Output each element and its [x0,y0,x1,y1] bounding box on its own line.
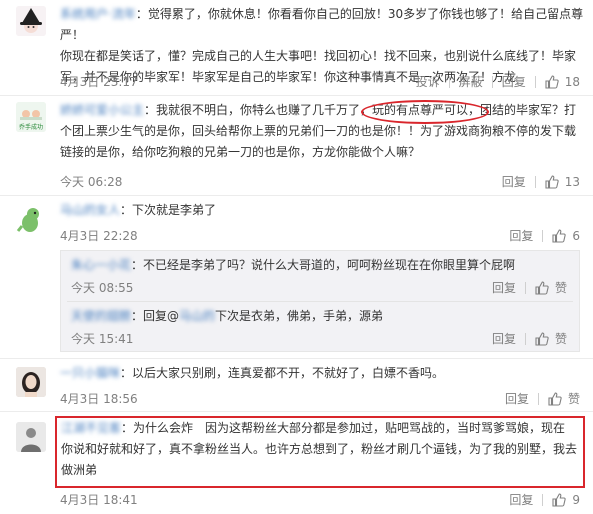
comment-username[interactable]: 系统用户·流年 [60,7,136,21]
comment-text-line: 我就很不明白，你特么也赚了几千万了，玩的有点尊严可以，团结的毕家军？打 [156,103,577,117]
like-count: 13 [564,174,580,189]
witch-hat-avatar-icon [16,6,46,36]
reply-time: 今天 08:55 [71,281,134,295]
comment-username[interactable]: 一只小猫咪 [60,366,120,380]
comment-item: 江湖不见客：为什么会炸 因为这帮粉丝大部分都是参加过，贴吧骂战的，当时骂爹骂娘，… [0,412,593,514]
comment-actions: 回复 9 [509,491,580,508]
comment-text-line: 你现在都是笑话了，懂？完成自己的人生大事吧！找回初心！找不回来，也别说什么底线了… [60,49,577,63]
reply-text: 下次是衣弟，佛弟，手弟，源弟 [215,309,384,323]
mention-link[interactable]: 马山的 [179,309,215,323]
comment-text-line: 你说和好就和好了，真不拿粉丝当人。也许方总想到了，粉丝才刷几个逼钱，为了我的别墅… [61,442,578,456]
colon-separator: ： [135,7,148,21]
thumbs-up-icon [552,228,567,243]
action-divider [524,332,526,345]
block-button[interactable]: 屏蔽 [459,73,483,90]
comment-time: 今天 06:28 [60,175,123,189]
comment-username[interactable]: 江湖不见客 [61,421,121,435]
comment-text-line: 做洲弟 [61,463,98,477]
avatar[interactable]: 乔手成功 [16,102,46,132]
like-button[interactable]: 9 [552,493,580,507]
comment-time: 4月3日 23:17 [60,75,138,89]
avatar[interactable] [16,204,46,234]
action-divider [542,229,544,242]
reply-item: 朱心一小花：不已经是李弟了吗？说什么大哥道的，呵呵粉丝现在在你眼里算个屁啊 今天… [61,251,579,301]
colon-separator: ： [120,203,133,217]
comment-text-line: 个团上票少生气的是你，回头给帮你上票的兄弟们一刀的也是你！！为了游戏商狗粮不停的… [60,124,577,138]
comment-item: 系统用户·流年：觉得累了，你就休息！你看看你自己的回放！30多岁了你钱也够了！给… [0,0,593,95]
comment-actions: 回复 13 [502,173,580,190]
like-label: 赞 [554,332,567,346]
comment-text: 下次就是李弟了 [132,203,217,217]
comment-actions: 回复 6 [509,227,580,244]
portrait-avatar-icon [16,367,46,397]
avatar[interactable] [16,422,46,452]
like-button[interactable]: 13 [545,175,580,189]
reply-time: 今天 15:41 [71,332,134,346]
action-divider [534,175,536,188]
reply-actions: 回复 赞 [492,279,567,296]
avatar[interactable] [16,6,46,36]
comment-item: 一只小猫咪：以后大家只别刷，连真爱都不开，不就好了，白嫖不香吗。 4月3日 18… [0,359,593,411]
like-count: 9 [572,492,580,507]
action-divider [537,392,539,405]
person-avatar-icon [16,422,46,452]
comment-text-line: 链接的是你，给你吃狗粮的兄弟一刀的也是你，方龙你能做个人嘛？ [60,145,421,159]
like-count: 18 [564,74,580,89]
reply-button[interactable]: 回复 [492,330,516,347]
reply-button[interactable]: 回复 [492,279,516,296]
action-divider [534,75,536,88]
comment-actions: 回复 赞 [505,390,580,407]
action-divider [448,75,450,88]
thumbs-up-icon [548,391,562,406]
like-button[interactable]: 赞 [548,390,580,407]
thumbs-up-icon [545,74,559,89]
like-button[interactable]: 18 [545,75,580,89]
colon-separator: ： [144,103,157,117]
avatar[interactable] [16,367,46,397]
reply-button[interactable]: 回复 [502,173,526,190]
reply-label: ：回复@ [131,309,180,323]
like-label: 赞 [567,392,580,406]
comment-item: 乔手成功 娇娇可爱小公主：我就很不明白，你特么也赚了几千万了，玩的有点尊严可以，… [0,96,593,195]
dinosaur-avatar-icon [16,204,46,234]
comment-time: 4月3日 18:56 [60,392,138,406]
like-count: 6 [572,228,580,243]
like-label: 赞 [554,281,567,295]
like-button[interactable]: 6 [552,229,580,243]
reply-button[interactable]: 回复 [509,227,533,244]
reply-button[interactable]: 回复 [509,491,533,508]
comment-text: ：以后大家只别刷，连真爱都不开，不就好了，白嫖不香吗。 [120,366,445,380]
action-divider [542,493,544,506]
action-divider [491,75,493,88]
comment-text-line: ：为什么会炸 因为这帮粉丝大部分都是参加过，贴吧骂战的，当时骂爹骂娘，现在 [121,421,566,435]
report-button[interactable]: 投诉 [416,73,440,90]
reply-text: ：不已经是李弟了吗？说什么大哥道的，呵呵粉丝现在在你眼里算个屁啊 [131,258,516,272]
comment-username[interactable]: 娇娇可爱小公主 [60,103,144,117]
reply-username[interactable]: 朱心一小花 [71,258,131,272]
reply-item: 天使的翅膀：回复@马山的下次是衣弟，佛弟，手弟，源弟 今天 15:41 回复 赞 [61,302,579,352]
like-button[interactable]: 赞 [535,279,567,296]
avatar-caption: 乔手成功 [18,124,43,131]
comment-time: 4月3日 22:28 [60,229,138,243]
comment-time: 4月3日 18:41 [60,493,138,507]
reply-button[interactable]: 回复 [502,73,526,90]
reply-username[interactable]: 天使的翅膀 [71,309,131,323]
comment-username[interactable]: 马山的女人 [60,203,120,217]
comment-actions: 投诉 屏蔽 回复 18 [416,73,580,90]
thumbs-up-icon [535,280,549,295]
thumbs-up-icon [545,174,559,189]
thumbs-up-icon [535,331,549,346]
reply-button[interactable]: 回复 [505,390,529,407]
reply-thread: 朱心一小花：不已经是李弟了吗？说什么大哥道的，呵呵粉丝现在在你眼里算个屁啊 今天… [60,250,580,352]
reply-actions: 回复 赞 [492,330,567,347]
like-button[interactable]: 赞 [535,330,567,347]
thumbs-up-icon [552,492,567,507]
comment-item: 马山的女人：下次就是李弟了 4月3日 22:28 回复 6 朱心一小花：不已经是… [0,196,593,356]
action-divider [524,281,526,294]
